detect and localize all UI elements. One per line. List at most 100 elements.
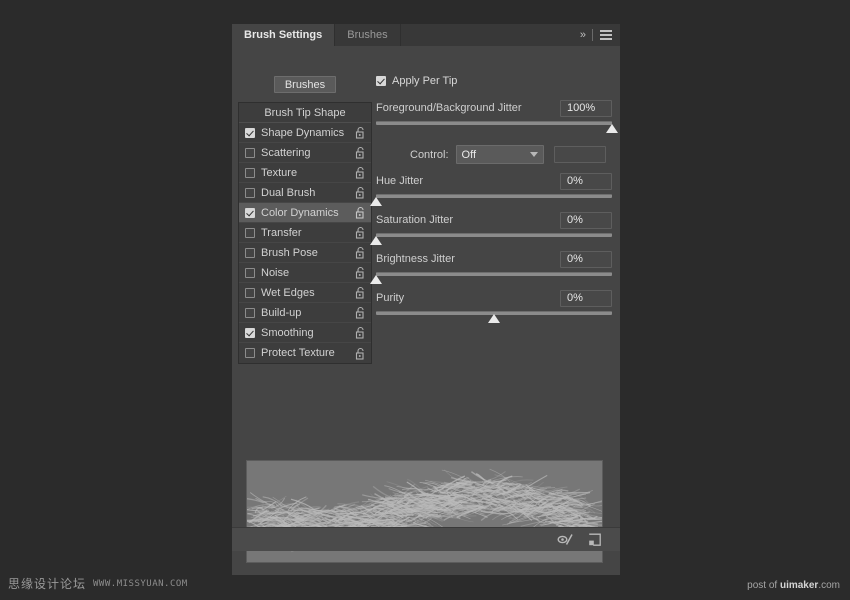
checkbox-texture[interactable] — [245, 167, 255, 178]
lock-open-icon[interactable] — [355, 126, 366, 139]
fg-bg-jitter-value[interactable]: 100% — [560, 99, 612, 117]
collapse-chevron-icon[interactable]: » — [580, 29, 586, 41]
option-label-brush-pose: Brush Pose — [261, 246, 318, 259]
checkbox-dual-brush[interactable] — [245, 187, 255, 198]
lock-open-icon[interactable] — [355, 326, 366, 339]
brush-tip-shape-label: Brush Tip Shape — [264, 106, 346, 119]
option-label-protect-texture: Protect Texture — [261, 347, 335, 359]
checkbox-protect-texture[interactable] — [245, 348, 255, 358]
option-label-smoothing: Smoothing — [261, 326, 314, 339]
checkbox-wet-edges[interactable] — [245, 287, 255, 298]
saturation-jitter-value[interactable]: 0% — [560, 211, 612, 229]
watermark-right-prefix: post of — [747, 580, 780, 591]
slider-track[interactable] — [376, 233, 612, 237]
option-row-wet-edges[interactable]: Wet Edges — [239, 283, 371, 303]
checkbox-transfer[interactable] — [245, 227, 255, 238]
option-label-transfer: Transfer — [261, 226, 302, 239]
checkbox-color-dynamics[interactable] — [245, 207, 255, 218]
slider-thumb[interactable] — [488, 314, 500, 323]
param-foreground-background-jitter: Foreground/Background Jitter 100% — [376, 99, 618, 136]
param-saturation-jitter: Saturation Jitter 0% — [370, 211, 612, 248]
slider-thumb[interactable] — [606, 124, 618, 133]
purity-value[interactable]: 0% — [560, 289, 612, 307]
checkbox-smoothing[interactable] — [245, 327, 255, 338]
tab-brush-settings[interactable]: Brush Settings — [232, 24, 336, 46]
apply-per-tip-row[interactable]: Apply Per Tip — [376, 74, 612, 88]
option-label-color-dynamics: Color Dynamics — [261, 206, 339, 219]
brightness-jitter-value[interactable]: 0% — [560, 250, 612, 268]
watermark-right-brand: uimaker — [779, 580, 819, 591]
tab-brushes-label: Brushes — [347, 29, 388, 41]
fg-bg-jitter-label: Foreground/Background Jitter — [376, 102, 522, 114]
lock-open-icon[interactable] — [355, 166, 366, 179]
lock-open-icon[interactable] — [355, 306, 366, 319]
chevron-down-icon — [529, 152, 538, 157]
control-select-value: Off — [461, 148, 477, 161]
lock-open-icon[interactable] — [355, 206, 366, 219]
watermark-right: post of uimaker.com — [747, 580, 840, 591]
checkbox-apply-per-tip[interactable] — [376, 76, 386, 86]
option-row-build-up[interactable]: Build-up — [239, 303, 371, 323]
option-row-scattering[interactable]: Scattering — [239, 143, 371, 163]
watermark-right-suffix: .com — [818, 580, 840, 591]
saturation-jitter-label: Saturation Jitter — [376, 214, 454, 226]
option-row-color-dynamics[interactable]: Color Dynamics — [239, 203, 371, 223]
hue-jitter-label: Hue Jitter — [376, 175, 424, 187]
checkbox-scattering[interactable] — [245, 147, 255, 158]
option-row-texture[interactable]: Texture — [239, 163, 371, 183]
lock-open-icon[interactable] — [355, 286, 366, 299]
checkbox-brush-pose[interactable] — [245, 247, 255, 258]
brush-option-list: Brush Tip Shape Shape Dynamics Scatterin… — [238, 102, 372, 364]
option-label-wet-edges: Wet Edges — [261, 286, 315, 299]
option-row-smoothing[interactable]: Smoothing — [239, 323, 371, 343]
slider-thumb[interactable] — [370, 236, 382, 245]
option-row-brush-pose[interactable]: Brush Pose — [239, 243, 371, 263]
option-row-transfer[interactable]: Transfer — [239, 223, 371, 243]
lock-open-icon[interactable] — [355, 186, 366, 199]
tab-brushes[interactable]: Brushes — [335, 24, 401, 46]
watermark-left-cn: 思缘设计论坛 — [8, 577, 87, 591]
slider-track[interactable] — [376, 272, 612, 276]
control-aux-field[interactable] — [553, 146, 606, 163]
watermark-left: 思缘设计论坛 WWW.MISSYUAN.COM — [8, 575, 188, 592]
control-select[interactable]: Off — [455, 145, 544, 164]
slider-thumb[interactable] — [370, 197, 382, 206]
lock-open-icon[interactable] — [355, 347, 366, 360]
new-brush-icon[interactable] — [588, 533, 602, 547]
param-row: Hue Jitter 0% — [376, 172, 612, 190]
brush-preview-icon[interactable] — [557, 533, 574, 546]
brushes-button-label: Brushes — [284, 78, 326, 91]
brush-tip-shape-header[interactable]: Brush Tip Shape — [239, 103, 371, 123]
purity-label: Purity — [376, 292, 405, 304]
option-label-dual-brush: Dual Brush — [261, 186, 316, 199]
lock-open-icon[interactable] — [355, 146, 366, 159]
tab-brush-settings-label: Brush Settings — [244, 29, 323, 41]
checkbox-noise[interactable] — [245, 267, 255, 278]
param-purity: Purity 0% — [376, 289, 612, 326]
lock-open-icon[interactable] — [355, 246, 366, 259]
apply-per-tip-label: Apply Per Tip — [392, 75, 458, 87]
option-row-noise[interactable]: Noise — [239, 263, 371, 283]
slider-track[interactable] — [376, 121, 612, 125]
fg-bg-jitter-slider[interactable] — [376, 120, 618, 136]
slider-track[interactable] — [376, 194, 612, 198]
brush-settings-panel: Brush Settings Brushes » Brushes Brush T… — [232, 24, 620, 575]
brightness-jitter-slider[interactable] — [370, 271, 612, 287]
checkbox-shape-dynamics[interactable] — [245, 127, 255, 138]
option-row-shape-dynamics[interactable]: Shape Dynamics — [239, 123, 371, 143]
brushes-button[interactable]: Brushes — [274, 76, 336, 93]
param-row: Saturation Jitter 0% — [376, 211, 612, 229]
slider-thumb[interactable] — [370, 275, 382, 284]
panel-menu-icon[interactable] — [600, 30, 612, 40]
hue-jitter-value[interactable]: 0% — [560, 172, 612, 190]
saturation-jitter-slider[interactable] — [370, 232, 612, 248]
brightness-jitter-label: Brightness Jitter — [376, 253, 455, 265]
option-row-dual-brush[interactable]: Dual Brush — [239, 183, 371, 203]
panel-tab-tools: » — [580, 24, 620, 46]
hue-jitter-slider[interactable] — [370, 193, 612, 209]
lock-open-icon[interactable] — [355, 266, 366, 279]
lock-open-icon[interactable] — [355, 226, 366, 239]
option-row-protect-texture[interactable]: Protect Texture — [239, 343, 371, 363]
checkbox-build-up[interactable] — [245, 307, 255, 318]
purity-slider[interactable] — [376, 310, 612, 326]
